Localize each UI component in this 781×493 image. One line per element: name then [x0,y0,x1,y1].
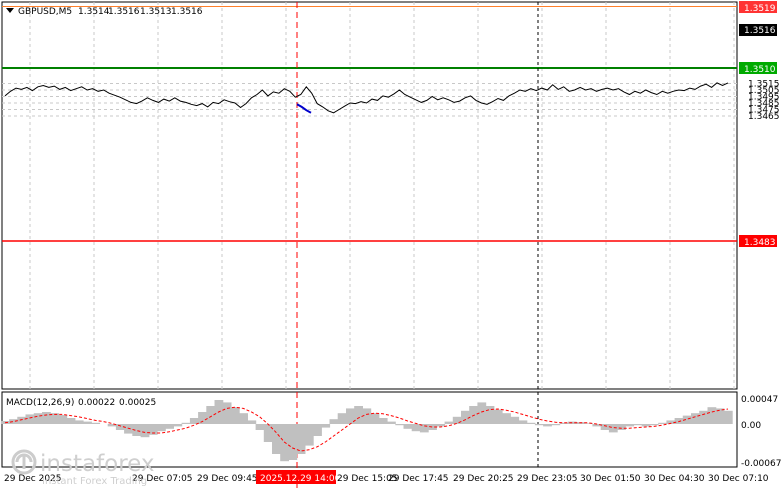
time-axis-tick: 30 Dec 07:10 [708,474,769,484]
macd-histogram-bar [461,410,470,424]
time-axis-tick: 29 Dec 23:05 [517,474,578,484]
top-level-tag-label: 1.3519 [744,4,776,14]
trading-chart[interactable]: GBPUSD,M5 1.3514 1.3516 1.3513 1.3516 MA… [0,0,781,489]
macd-histogram-bar [378,418,388,424]
macd-histogram-bar [633,424,643,426]
macd-histogram-bar [625,424,635,427]
macd-histogram-bar [354,406,363,424]
macd-histogram-bar [403,424,413,429]
macd-histogram-bar [543,424,552,427]
ohlc-open: 1.3514 [78,7,110,17]
macd-histogram-bar [91,422,101,424]
macd-axis-zero: 0.00 [741,421,761,431]
macd-histogram-bar [485,406,495,424]
macd-histogram-bar [526,422,536,424]
ohlc-close: 1.3516 [171,7,203,17]
macd-histogram-bar [17,416,27,424]
watermark-brand: instaforex [40,451,155,477]
macd-histogram-bar [272,424,281,454]
macd-label: MACD(12,26,9) [6,398,74,408]
macd-histogram-bar [83,421,92,424]
macd-histogram-bar [329,419,339,424]
macd-histogram-bar [66,418,76,424]
macd-histogram-bar [395,424,405,426]
macd-histogram-bar [25,414,35,424]
macd-histogram-bar [42,412,51,424]
macd-histogram-bar [239,413,248,424]
time-axis-tick: 30 Dec 04:30 [644,474,705,484]
macd-histogram-bar [181,422,191,424]
macd-histogram-bar [370,413,380,424]
macd-histogram-bar [707,407,717,424]
symbol-label: GBPUSD,M5 [18,7,72,17]
macd-histogram-bar [723,410,733,424]
macd-histogram-bar [411,424,421,432]
macd-histogram-bar [510,416,520,424]
macd-histogram-bar [452,416,462,424]
macd-histogram-bar [436,424,446,427]
ohlc-high: 1.3516 [108,7,140,17]
macd-histogram-bar [617,424,626,430]
price-axis: 1.35151.35051.34951.34851.34751.3465 [748,80,780,123]
time-axis-tick: 29 Dec 20:25 [453,474,514,484]
macd-histogram-bar [255,424,265,430]
macd-histogram-bar [263,424,273,442]
macd-histogram-bar [551,424,561,426]
macd-histogram-bar [304,424,314,446]
watermark-tagline: Instant Forex Trading [42,476,147,487]
macd-histogram-bar [74,420,84,424]
time-axis-tick: 29 Dec 09:45 [197,474,258,484]
macd-histogram-bar [189,418,199,424]
time-axis-tick: 30 Dec 01:50 [580,474,641,484]
current-price-tag-label: 1.3516 [744,26,776,36]
macd-axis-bottom: -0.00067 [741,459,781,469]
time-axis-tick-highlighted: 2025.12.29 14:00 [260,474,341,484]
macd-histogram-bar [157,424,166,432]
macd-histogram-bar [58,415,68,424]
macd-axis-top: 0.00047 [741,395,778,405]
macd-histogram-bar [230,407,240,424]
macd-histogram-bar [691,413,700,424]
red-level-tag-label: 1.3483 [744,238,776,248]
green-level-tag-label: 1.3510 [744,65,776,75]
macd-histogram-bar [288,424,298,460]
macd-histogram-bar [699,410,708,424]
macd-histogram-bar [444,421,454,424]
macd-histogram-bar [649,424,659,426]
macd-histogram-bar [658,422,667,424]
macd-histogram-bar [518,420,528,424]
macd-histogram-bar [313,424,322,436]
macd-histogram-bar [362,408,372,424]
macd-histogram-bar [387,421,396,424]
macd-histogram-bar [321,424,331,428]
macd-histogram-bar [173,424,183,427]
macd-signal-value: 0.00025 [119,398,156,408]
macd-histogram-bar [641,424,651,427]
macd-histogram-bar [140,424,150,438]
ohlc-low: 1.3513 [140,7,172,17]
macd-histogram-bar [534,424,544,426]
time-axis-tick: 29 Dec 17:45 [388,474,449,484]
macd-histogram-bar [33,413,43,424]
macd-main-value: 0.00022 [78,398,115,408]
macd-histogram-bar [165,424,174,429]
macd-histogram-bar [493,409,503,424]
macd-histogram-bar [502,413,511,424]
price-axis-tick: 1.3465 [748,112,780,122]
macd-histogram-bar [247,420,257,424]
macd-histogram-bar [198,412,207,424]
macd-histogram-bar [337,413,347,424]
macd-histogram-bar [222,402,232,424]
